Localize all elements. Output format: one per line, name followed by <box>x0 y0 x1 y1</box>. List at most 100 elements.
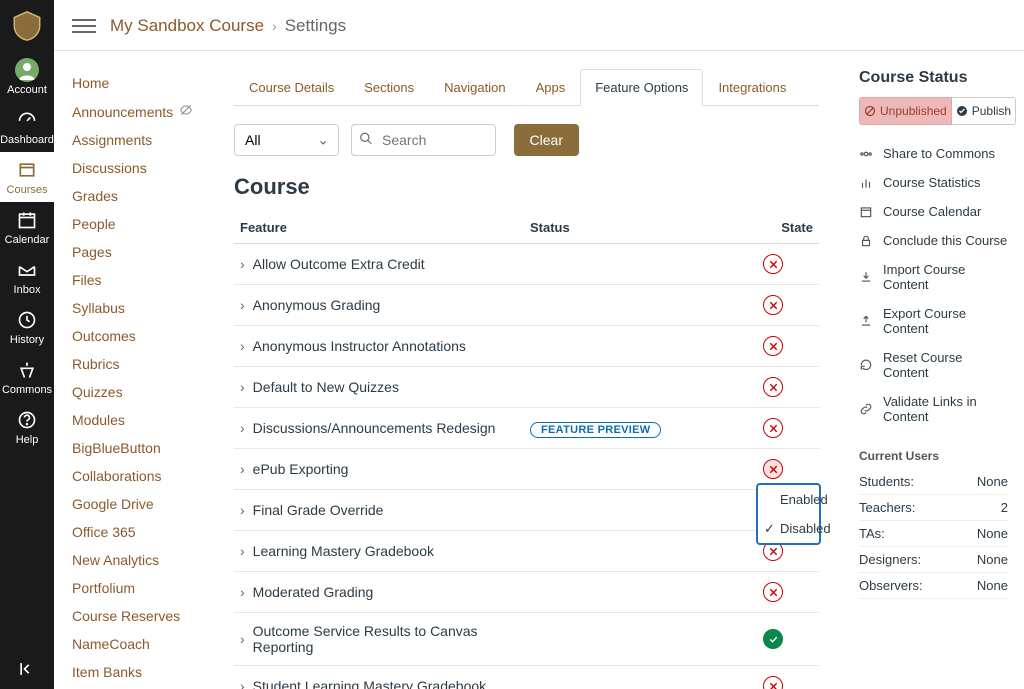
nav-label: History <box>10 334 44 346</box>
sidebar-link-label: Import Course Content <box>883 262 1008 292</box>
course-nav-item[interactable]: Home <box>72 69 210 97</box>
nav-account[interactable]: Account <box>0 52 54 102</box>
course-nav-item[interactable]: NameCoach <box>72 630 210 658</box>
course-nav-item[interactable]: Quizzes <box>72 378 210 406</box>
course-nav-item[interactable]: Item Banks <box>72 658 210 686</box>
course-nav-item[interactable]: Modules <box>72 406 210 434</box>
sidebar-link[interactable]: Conclude this Course <box>859 226 1008 255</box>
tab[interactable]: Apps <box>521 69 581 105</box>
nav-label: Calendar <box>5 234 50 246</box>
feature-name: Discussions/Announcements Redesign <box>253 420 496 436</box>
tab[interactable]: Integrations <box>703 69 801 105</box>
dropdown-option-enabled[interactable]: Enabled <box>758 485 819 514</box>
course-nav-item[interactable]: Google Drive <box>72 490 210 518</box>
feature-name: Learning Mastery Gradebook <box>253 543 434 559</box>
nav-history[interactable]: History <box>0 302 54 352</box>
course-nav-item[interactable]: Portfolium <box>72 574 210 602</box>
dropdown-option-disabled[interactable]: ✓Disabled <box>758 514 819 543</box>
publish-button[interactable]: Publish <box>952 97 1016 125</box>
chevron-right-icon[interactable]: › <box>240 420 245 436</box>
state-dropdown: Enabled✓Disabled <box>756 483 821 545</box>
user-row: TAs:None <box>859 521 1008 547</box>
state-toggle[interactable] <box>763 582 783 602</box>
feature-row: › Allow Outcome Extra Credit <box>234 244 819 285</box>
course-nav-item[interactable]: Discussions <box>72 154 210 182</box>
nav-help[interactable]: Help <box>0 402 54 452</box>
sidebar-link[interactable]: Share to Commons <box>859 139 1008 168</box>
topbar: My Sandbox Course › Settings <box>54 0 1024 51</box>
course-nav-item[interactable]: People <box>72 210 210 238</box>
tab[interactable]: Course Details <box>234 69 349 105</box>
sidebar-link[interactable]: Course Calendar <box>859 197 1008 226</box>
chevron-right-icon[interactable]: › <box>240 256 245 272</box>
state-toggle[interactable] <box>763 377 783 397</box>
course-nav-item[interactable]: New Analytics <box>72 546 210 574</box>
chevron-right-icon[interactable]: › <box>240 297 245 313</box>
chevron-right-icon[interactable]: › <box>240 631 245 647</box>
nav-courses[interactable]: Courses <box>0 152 54 202</box>
breadcrumb-course[interactable]: My Sandbox Course <box>110 16 264 36</box>
state-toggle[interactable] <box>763 629 783 649</box>
feature-row: ›Anonymous Instructor Annotations <box>234 326 819 367</box>
chevron-right-icon[interactable]: › <box>240 678 245 689</box>
export-icon <box>859 314 873 328</box>
feature-name: Outcome Service Results to Canvas Report… <box>253 623 530 655</box>
course-nav-item[interactable]: Syllabus <box>72 294 210 322</box>
nav-inbox[interactable]: Inbox <box>0 252 54 302</box>
feature-table-header: Feature Status State <box>234 212 819 244</box>
state-toggle[interactable] <box>763 418 783 438</box>
nav-dashboard[interactable]: Dashboard <box>0 102 54 152</box>
collapse-nav-button[interactable] <box>0 649 54 689</box>
col-status: Status <box>530 220 763 235</box>
tab[interactable]: Navigation <box>429 69 520 105</box>
user-role: Designers: <box>859 547 959 573</box>
chevron-right-icon[interactable]: › <box>240 584 245 600</box>
sidebar-link-label: Course Calendar <box>883 204 981 219</box>
sidebar-link-label: Course Statistics <box>883 175 981 190</box>
nav-commons[interactable]: Commons <box>0 352 54 402</box>
course-nav-item[interactable]: Files <box>72 266 210 294</box>
sidebar-link[interactable]: Export Course Content <box>859 299 1008 343</box>
state-toggle[interactable] <box>763 459 783 479</box>
course-nav-item[interactable]: Pages <box>72 238 210 266</box>
chevron-right-icon[interactable]: › <box>240 379 245 395</box>
sidebar-link[interactable]: Validate Links in Content <box>859 387 1008 431</box>
state-toggle[interactable] <box>763 254 783 274</box>
tab[interactable]: Feature Options <box>580 69 703 106</box>
course-nav-item[interactable]: Outcomes <box>72 322 210 350</box>
course-nav-item[interactable]: BigBlueButton <box>72 434 210 462</box>
course-nav-item[interactable]: Rubrics <box>72 350 210 378</box>
hamburger-menu[interactable] <box>72 14 96 38</box>
user-row: Observers:None <box>859 573 1008 599</box>
sidebar-link[interactable]: Course Statistics <box>859 168 1008 197</box>
unpublished-button[interactable]: Unpublished <box>859 97 952 125</box>
nav-calendar[interactable]: Calendar <box>0 202 54 252</box>
hidden-icon <box>179 104 193 120</box>
chevron-right-icon[interactable]: › <box>240 502 245 518</box>
course-status-title: Course Status <box>859 69 1008 87</box>
user-row: Teachers:2 <box>859 495 1008 521</box>
sidebar-link[interactable]: Import Course Content <box>859 255 1008 299</box>
user-count: None <box>959 547 1008 573</box>
feature-row: ›ePub ExportingEnabled✓Disabled <box>234 449 819 490</box>
course-nav-item[interactable]: Course Reserves <box>72 602 210 630</box>
course-nav-item[interactable]: Collaborations <box>72 462 210 490</box>
feature-name: Allow Outcome Extra Credit <box>253 256 425 272</box>
nav-label: Commons <box>2 384 52 396</box>
state-toggle[interactable] <box>763 676 783 689</box>
state-toggle[interactable] <box>763 295 783 315</box>
state-toggle[interactable] <box>763 336 783 356</box>
course-nav-item[interactable]: Announcements <box>72 97 210 126</box>
course-nav-item[interactable]: Grades <box>72 182 210 210</box>
chevron-right-icon[interactable]: › <box>240 338 245 354</box>
chevron-right-icon[interactable]: › <box>240 461 245 477</box>
chevron-right-icon[interactable]: › <box>240 543 245 559</box>
course-nav-item[interactable]: Office 365 <box>72 518 210 546</box>
filter-select[interactable]: All <box>234 124 339 156</box>
sidebar-link[interactable]: Reset Course Content <box>859 343 1008 387</box>
institution-logo[interactable] <box>7 6 47 46</box>
clear-button[interactable]: Clear <box>514 124 579 156</box>
course-nav-item[interactable]: Assignments <box>72 126 210 154</box>
tab[interactable]: Sections <box>349 69 429 105</box>
user-row: Designers:None <box>859 547 1008 573</box>
